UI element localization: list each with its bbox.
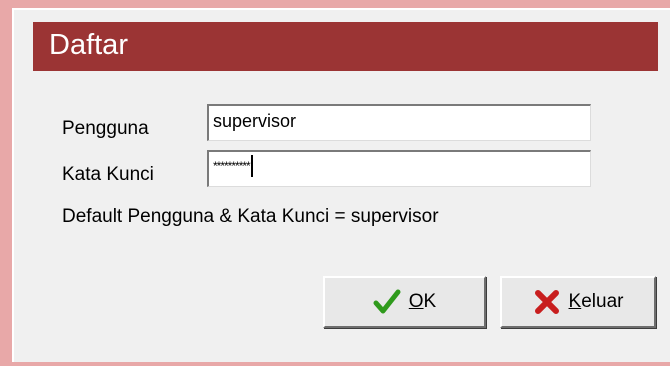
exit-label: Keluar <box>568 291 624 312</box>
title-banner: Daftar <box>33 22 658 71</box>
dialog-title: Daftar <box>49 29 128 61</box>
password-field[interactable]: ********** <box>207 150 591 187</box>
checkmark-icon <box>373 289 401 314</box>
username-field[interactable]: supervisor <box>207 104 591 141</box>
x-icon <box>534 290 559 314</box>
ok-button[interactable]: OK <box>323 276 486 328</box>
username-value: supervisor <box>213 111 297 131</box>
default-credentials-hint: Default Pengguna & Kata Kunci = supervis… <box>62 206 439 227</box>
password-label: Kata Kunci <box>62 164 154 185</box>
exit-button[interactable]: Keluar <box>500 276 656 328</box>
password-mask: ********** <box>213 159 251 173</box>
text-caret <box>250 155 253 178</box>
ok-label: OK <box>408 291 437 312</box>
username-label: Pengguna <box>62 118 149 139</box>
